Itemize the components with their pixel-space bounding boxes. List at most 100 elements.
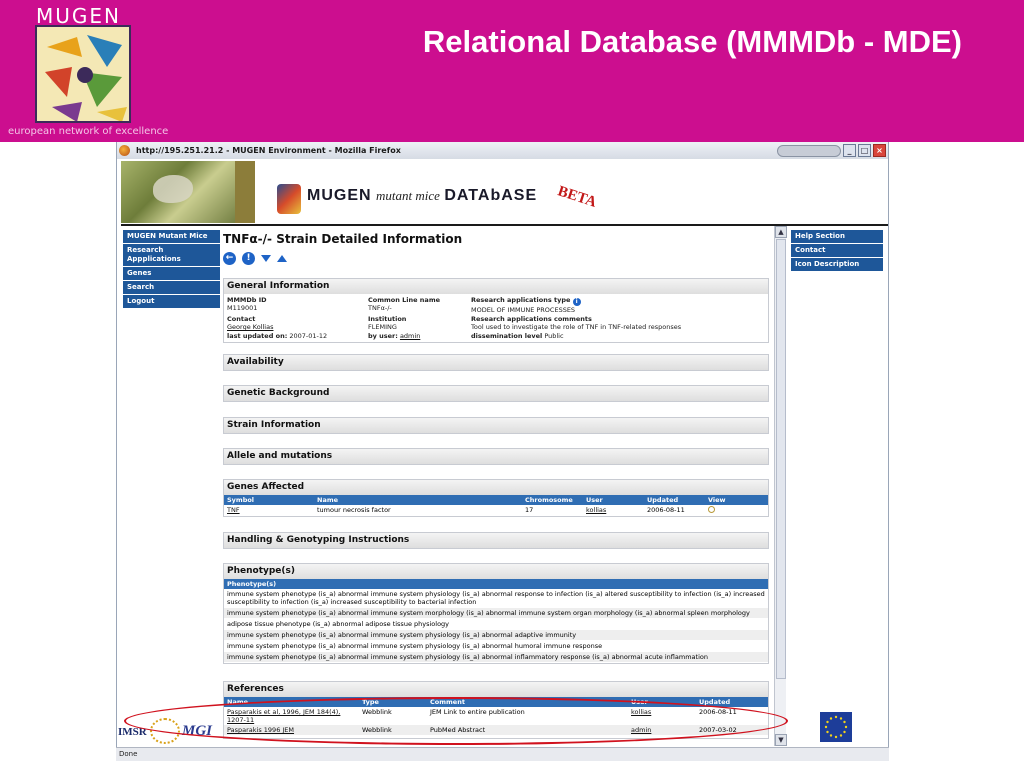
imsr-logo: IMSR	[118, 726, 147, 738]
ref-col-user: User	[628, 697, 696, 707]
genetic-background-section: Genetic Background	[223, 385, 769, 402]
col-name: Name	[314, 495, 522, 505]
nav-item-research-applications[interactable]: Research Appplications	[123, 244, 220, 267]
browser-statusbar: Done	[116, 747, 889, 761]
reference-name-link[interactable]: Pasparakis 1996 JEM	[224, 725, 359, 735]
table-row: Pasparakis et al, 1996, JEM 184(4), 1207…	[224, 707, 768, 725]
handling-section: Handling & Genotyping Instructions	[223, 532, 769, 549]
phenotype-row: immune system phenotype (is_a) abnormal …	[224, 589, 768, 608]
genes-affected-section: Genes Affected Symbol Name Chromosome Us…	[223, 479, 769, 517]
nav-item-logout[interactable]: Logout	[123, 295, 220, 309]
window-title: http://195.251.21.2 - MUGEN Environment …	[136, 146, 401, 155]
photo-strip	[235, 161, 255, 223]
reference-comment: PubMed Abstract	[430, 726, 486, 734]
browser-window: http://195.251.21.2 - MUGEN Environment …	[116, 142, 889, 761]
phenotype-list: immune system phenotype (is_a) abnormal …	[224, 589, 768, 663]
strain-information-header[interactable]: Strain Information	[224, 418, 768, 433]
taskbar-tray-icon	[777, 144, 841, 157]
common-line-label: Common Line name	[368, 296, 441, 304]
slide-title: Relational Database (MMMDb - MDE)	[422, 24, 962, 59]
general-info-section: General Information MMMDb ID M119001 Com…	[223, 278, 769, 343]
contact-link[interactable]: George Kollias	[227, 323, 368, 331]
col-chromosome: Chromosome	[522, 495, 583, 505]
strain-information-section: Strain Information	[223, 417, 769, 434]
institution-label: Institution	[368, 315, 407, 323]
nav-item-genes[interactable]: Genes	[123, 267, 220, 281]
references-section: References Name Type Comment User Update…	[223, 681, 769, 739]
reference-comment: JEM Link to entire publication	[430, 708, 525, 716]
references-header[interactable]: References	[224, 682, 768, 697]
ref-col-updated: Updated	[696, 697, 768, 707]
swirl-logo-icon	[150, 718, 180, 744]
minimize-icon[interactable]: _	[843, 144, 856, 157]
action-icons: ← !	[223, 251, 771, 265]
references-table: Name Type Comment User Updated Pasparaki…	[224, 697, 768, 735]
phenotype-row: adipose tissue phenotype (is_a) abnormal…	[224, 619, 768, 630]
collapse-all-icon[interactable]	[277, 254, 287, 262]
site-logo-mugen: MUGEN	[307, 187, 372, 204]
by-user-link[interactable]: admin	[400, 332, 420, 340]
phenotype-row: immune system phenotype (is_a) abnormal …	[224, 652, 768, 663]
scroll-down-icon[interactable]: ▼	[775, 734, 787, 746]
by-user-label: by user:	[368, 332, 398, 340]
genes-affected-header[interactable]: Genes Affected	[224, 480, 768, 495]
mmmdb-id-label: MMMDb ID	[227, 296, 267, 304]
nav-item-search[interactable]: Search	[123, 281, 220, 295]
reference-user-link[interactable]: kollias	[628, 707, 696, 725]
maximize-icon[interactable]: □	[858, 144, 871, 157]
reference-name-link[interactable]: Pasparakis et al, 1996, JEM 184(4), 1207…	[224, 707, 359, 725]
beta-badge: BETA	[555, 183, 599, 211]
firefox-icon	[119, 145, 130, 156]
research-type-label: Research applications type	[471, 296, 571, 304]
mugen-logo-icon	[35, 25, 131, 123]
table-row: TNF tumour necrosis factor 17 kollias 20…	[224, 505, 768, 516]
back-icon[interactable]: ←	[223, 251, 236, 265]
scroll-thumb[interactable]	[776, 239, 786, 679]
gene-symbol-link[interactable]: TNF	[224, 505, 314, 516]
col-user: User	[583, 495, 644, 505]
right-nav: Help Section Contact Icon Description	[791, 230, 883, 272]
info-icon[interactable]: !	[242, 251, 255, 265]
nav-item-help-section[interactable]: Help Section	[791, 230, 883, 244]
nav-item-contact[interactable]: Contact	[791, 244, 883, 258]
col-symbol: Symbol	[224, 495, 314, 505]
site-banner: MUGEN mutant mice DATAbASE BETA	[117, 159, 888, 226]
site-logo[interactable]: MUGEN mutant mice DATAbASE	[307, 187, 537, 205]
col-updated: Updated	[644, 495, 705, 505]
phenotypes-section-header[interactable]: Phenotype(s)	[224, 564, 768, 579]
handling-header[interactable]: Handling & Genotyping Instructions	[224, 533, 768, 548]
general-info-header[interactable]: General Information	[224, 279, 768, 294]
gene-name: tumour necrosis factor	[317, 506, 391, 514]
dissemination-label: dissemination level	[471, 332, 543, 340]
slide-header: MUGEN european network of excellence Rel…	[0, 0, 1024, 142]
reference-user-link[interactable]: admin	[628, 725, 696, 735]
research-comments-value: Tool used to investigate the role of TNF…	[471, 323, 682, 331]
allele-mutations-header[interactable]: Allele and mutations	[224, 449, 768, 464]
nav-item-mugen-mutant-mice[interactable]: MUGEN Mutant Mice	[123, 230, 220, 244]
dissemination-value: Public	[544, 332, 564, 340]
gene-user-link[interactable]: kollias	[583, 505, 644, 516]
close-icon[interactable]: ×	[873, 144, 886, 157]
institution-value: FLEMING	[368, 323, 397, 331]
logo-tagline: european network of excellence	[8, 126, 169, 137]
col-view: View	[705, 495, 768, 505]
vertical-scrollbar[interactable]: ▲ ▼	[774, 226, 787, 746]
availability-header[interactable]: Availability	[224, 355, 768, 370]
research-comments-label: Research applications comments	[471, 315, 592, 323]
info-icon[interactable]: i	[572, 298, 581, 306]
magnifier-icon[interactable]	[708, 506, 715, 513]
contact-label: Contact	[227, 315, 256, 323]
scroll-up-icon[interactable]: ▲	[775, 226, 787, 238]
common-line-value: TNFα-/-	[368, 304, 392, 312]
nav-item-icon-description[interactable]: Icon Description	[791, 258, 883, 272]
genetic-background-header[interactable]: Genetic Background	[224, 386, 768, 401]
phenotype-row: immune system phenotype (is_a) abnormal …	[224, 608, 768, 619]
gene-chromosome: 17	[525, 506, 534, 514]
mgi-logo: MGI	[182, 723, 213, 739]
ref-col-name: Name	[224, 697, 359, 707]
reference-updated: 2007-03-02	[699, 726, 737, 734]
expand-all-icon[interactable]	[261, 254, 271, 262]
phenotype-row: immune system phenotype (is_a) abnormal …	[224, 630, 768, 641]
eu-flag-icon	[820, 712, 852, 742]
phenotypes-table-header: Phenotype(s)	[224, 579, 768, 589]
